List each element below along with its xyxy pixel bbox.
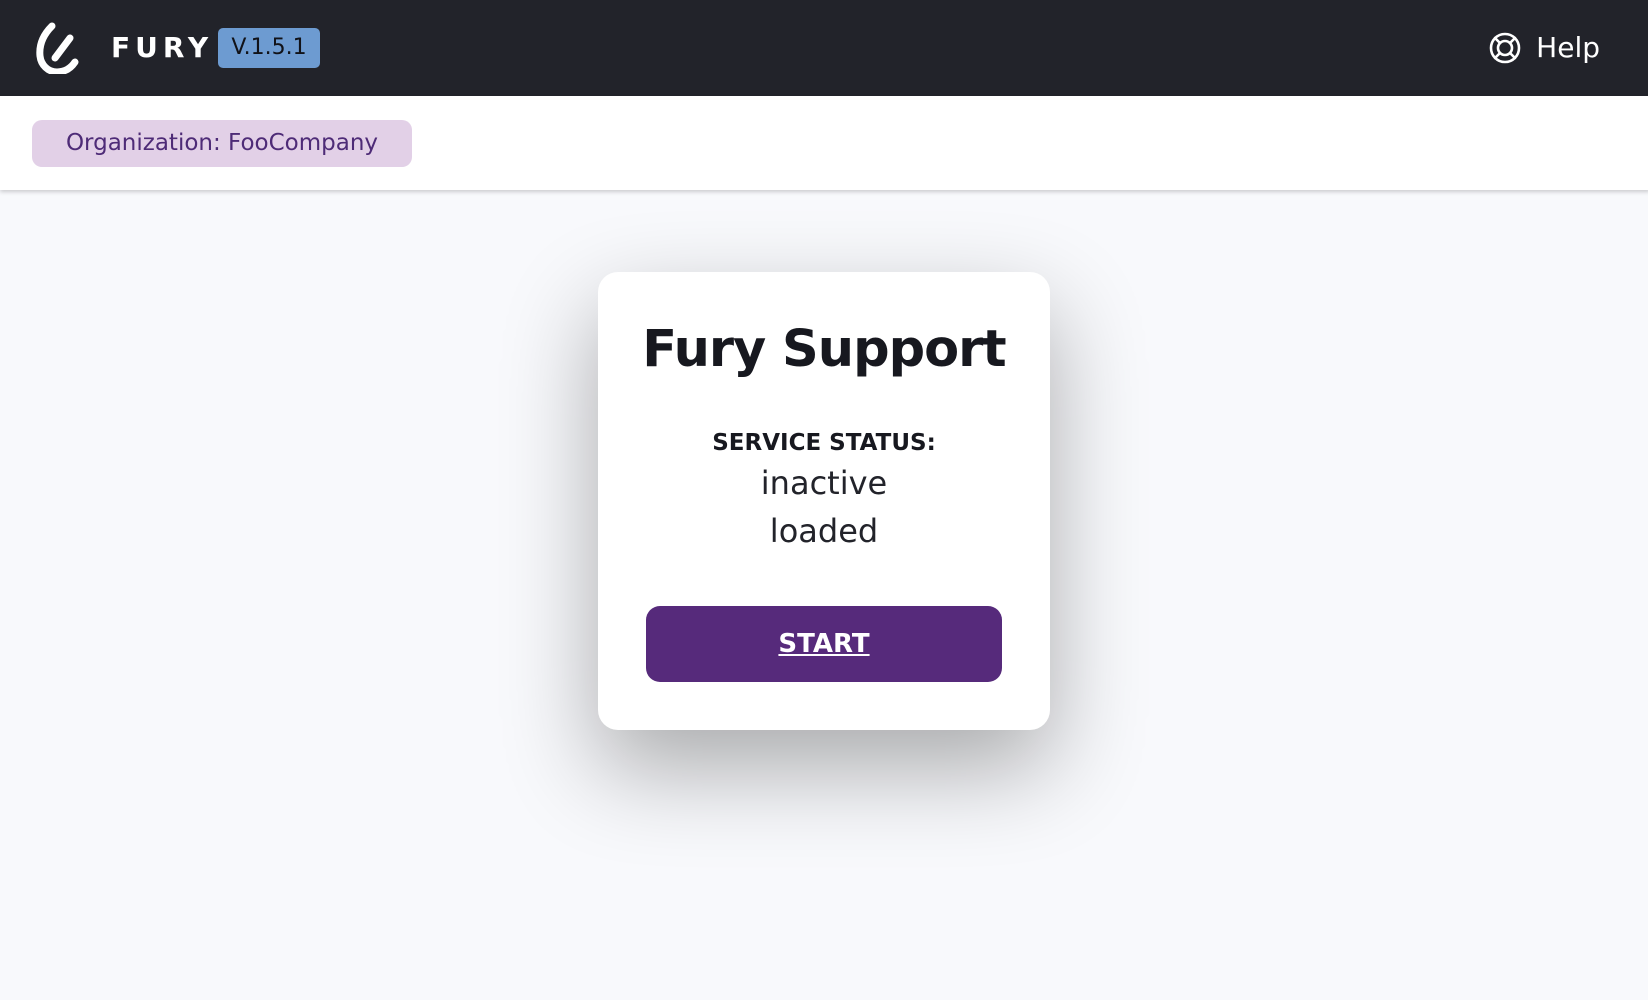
fury-support-app: FURY V.1.5.1 Help Organization: FooCompa… bbox=[0, 0, 1650, 1000]
fury-support-card: Fury Support SERVICE STATUS: inactive lo… bbox=[598, 272, 1050, 730]
start-button[interactable]: START bbox=[646, 606, 1002, 682]
organization-bar: Organization: FooCompany bbox=[0, 96, 1650, 190]
main-content: Fury Support SERVICE STATUS: inactive lo… bbox=[0, 190, 1650, 1000]
fury-logo-icon bbox=[36, 22, 79, 74]
service-status-value-inactive: inactive bbox=[760, 464, 888, 502]
lifebuoy-icon bbox=[1489, 32, 1521, 64]
version-badge: V.1.5.1 bbox=[218, 28, 320, 68]
organization-badge: Organization: FooCompany bbox=[32, 120, 412, 167]
app-name: FURY bbox=[111, 31, 214, 64]
help-label: Help bbox=[1536, 31, 1600, 64]
top-navigation-bar: FURY V.1.5.1 Help bbox=[0, 0, 1650, 96]
help-link[interactable]: Help bbox=[1488, 28, 1600, 68]
service-status-value-loaded: loaded bbox=[769, 512, 879, 550]
service-status-label: SERVICE STATUS: bbox=[712, 430, 936, 456]
card-title: Fury Support bbox=[642, 320, 1006, 379]
